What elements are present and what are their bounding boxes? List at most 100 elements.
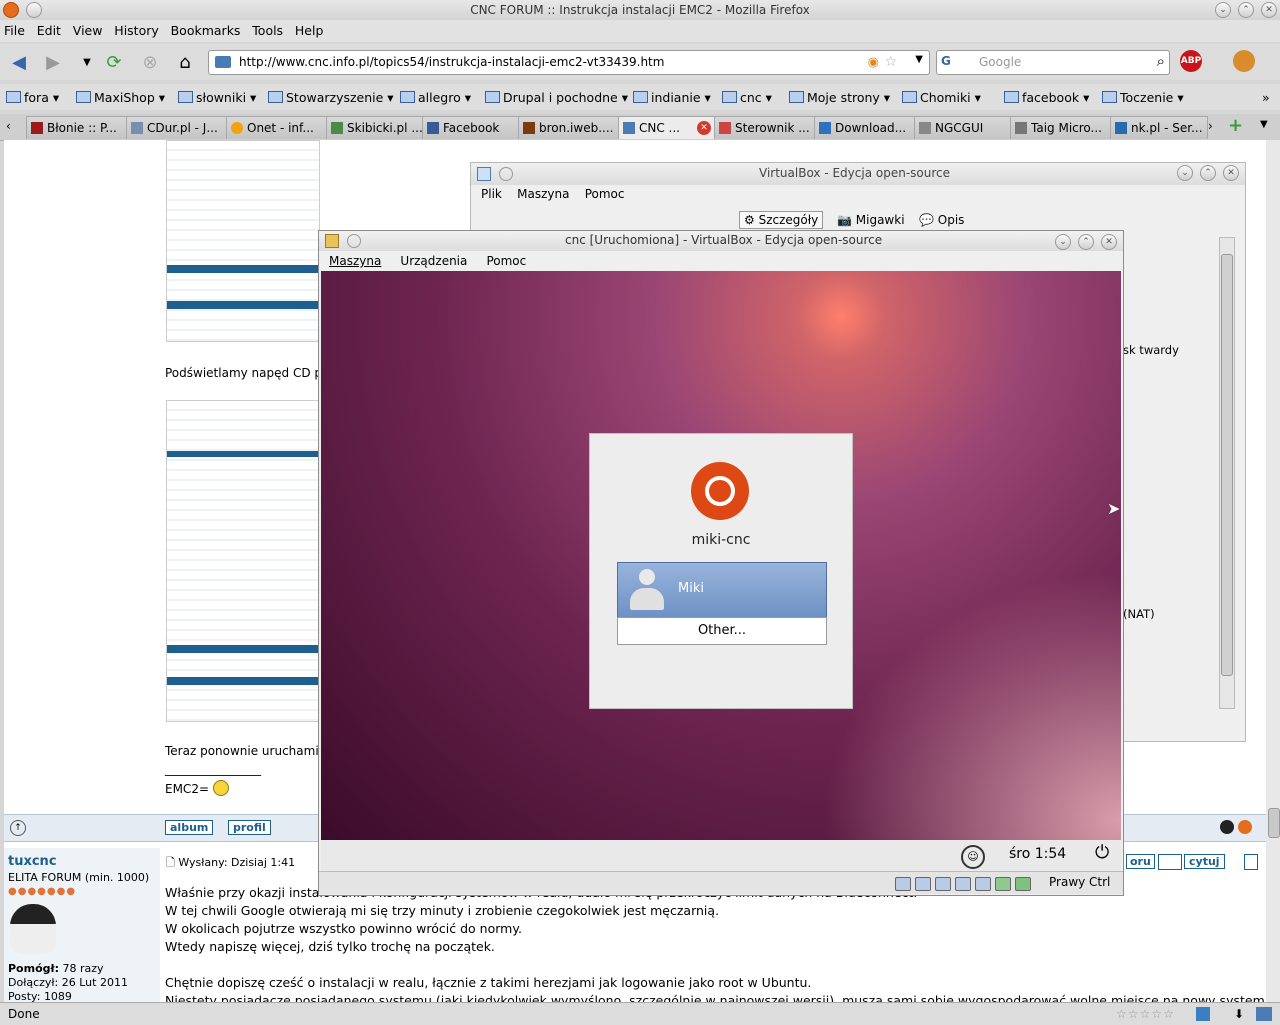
shared-folder-icon[interactable] (955, 876, 971, 891)
tab[interactable]: Facebook (422, 116, 520, 139)
tab[interactable]: Błonie :: P... (26, 116, 128, 139)
maximize-icon[interactable]: ⌃ (1078, 234, 1094, 250)
tab-opis[interactable]: 💬 Opis (919, 213, 964, 227)
page-scrollbar[interactable] (1266, 140, 1280, 1002)
search-box[interactable]: G Google ⌕ (936, 50, 1170, 75)
tab-list-icon[interactable]: ▼ (1260, 119, 1268, 130)
author-name[interactable]: tuxcnc (8, 854, 57, 869)
window-menu-icon[interactable] (499, 167, 513, 181)
album-button[interactable]: album (165, 820, 214, 835)
menu-help[interactable]: Help (291, 20, 328, 42)
network-icon[interactable] (935, 876, 951, 891)
close-tab-icon[interactable]: ✕ (697, 121, 711, 135)
bookmark-folder[interactable]: słowniki ▾ (178, 90, 256, 105)
new-tab-icon[interactable]: + (1228, 115, 1243, 136)
menu-view[interactable]: View (69, 20, 107, 42)
vm-display[interactable]: miki-cnc Miki Other... ➤ (321, 271, 1121, 840)
search-icon[interactable]: ⌕ (1157, 52, 1165, 70)
bookmark-folder[interactable]: Stowarzyszenie ▾ (268, 90, 394, 105)
menu-history[interactable]: History (110, 20, 162, 42)
addon-icon[interactable] (1256, 1007, 1272, 1021)
close-icon[interactable]: ✕ (1223, 165, 1239, 181)
download-icon[interactable]: ⬇ (1234, 1003, 1244, 1025)
bookmark-folder[interactable]: facebook ▾ (1004, 90, 1089, 105)
go-top-icon[interactable]: ↑ (10, 820, 26, 836)
bookmarks-overflow-icon[interactable]: » (1262, 90, 1270, 105)
menu-tools[interactable]: Tools (248, 20, 287, 42)
bookmark-folder[interactable]: Drupal i pochodne ▾ (485, 90, 628, 105)
reload-icon[interactable]: ⟳ (103, 52, 125, 74)
tab-scroll-left-icon[interactable]: ‹ (6, 119, 11, 133)
history-dropdown-icon[interactable]: ▼ (76, 52, 98, 74)
minimize-icon[interactable]: ⌄ (1177, 165, 1193, 181)
bookmark-folder[interactable]: Toczenie ▾ (1102, 90, 1184, 105)
url-dropdown-icon[interactable]: ▼ (915, 54, 923, 65)
forward-icon[interactable]: ▶ (42, 52, 64, 74)
report-icon[interactable] (1244, 854, 1258, 870)
profile-button[interactable]: profil (228, 820, 271, 835)
tab[interactable]: Download... (814, 116, 916, 139)
bookmark-star-icon[interactable]: ☆ (884, 54, 897, 70)
menu-maszyna[interactable]: Maszyna (329, 254, 381, 268)
tab[interactable]: CDur.pl - J... (126, 116, 228, 139)
keyboard-capture-icon[interactable] (1015, 876, 1031, 891)
menu-pomoc[interactable]: Pomoc (486, 254, 526, 268)
home-icon[interactable]: ⌂ (174, 52, 196, 74)
search-input[interactable]: Google (979, 55, 1021, 69)
rss-icon[interactable]: ◉ (868, 55, 879, 70)
stop-icon[interactable]: ⊗ (139, 52, 161, 74)
url-bar[interactable]: http://www.cnc.info.pl/topics54/instrukc… (208, 50, 930, 75)
menu-bookmarks[interactable]: Bookmarks (167, 20, 245, 42)
tab[interactable]: bron.iweb.... (518, 116, 620, 139)
cdrom-icon[interactable] (915, 876, 931, 891)
tab-active[interactable]: CNC ... ✕ (618, 116, 716, 139)
tab[interactable]: nk.pl - Ser... (1110, 116, 1208, 139)
menu-edit[interactable]: Edit (33, 20, 65, 42)
usb-icon[interactable] (975, 876, 991, 891)
details-scrollbar[interactable] (1219, 237, 1235, 709)
menu-plik[interactable]: Plik (481, 187, 502, 201)
bookmark-folder[interactable]: cnc ▾ (722, 90, 772, 105)
menu-urzadzenia[interactable]: Urządzenia (400, 254, 467, 268)
back-icon[interactable]: ◀ (8, 52, 30, 74)
tab-szczegoly[interactable]: ⚙ Szczegóły (739, 211, 824, 229)
tab[interactable]: Taig Micro... (1010, 116, 1112, 139)
search-engine-icon[interactable]: G (941, 54, 951, 68)
maximize-icon[interactable]: ⌃ (1200, 165, 1216, 181)
user-item-miki[interactable]: Miki (617, 562, 827, 618)
other-user-button[interactable]: Other... (617, 617, 827, 645)
addon-icon[interactable] (1196, 1007, 1210, 1021)
tab[interactable]: Onet - inf... (226, 116, 328, 139)
bookmark-folder[interactable]: Moje strony ▾ (789, 90, 890, 105)
hdd-icon[interactable] (895, 876, 911, 891)
menu-file[interactable]: File (0, 20, 29, 42)
menu-pomoc[interactable]: Pomoc (585, 187, 625, 201)
tab-scroll-right-icon[interactable]: › (1208, 119, 1213, 133)
scrollbar-thumb[interactable] (1268, 808, 1280, 838)
rating-stars-icon[interactable]: ☆☆☆☆☆ (1116, 1003, 1175, 1025)
power-icon[interactable]: ⏻ (1095, 842, 1109, 863)
minimize-icon[interactable]: ⌄ (1215, 2, 1231, 18)
window-menu-icon[interactable] (26, 2, 42, 18)
tab[interactable]: Sterownik ... (714, 116, 816, 139)
quote-button[interactable]: cytuj (1184, 854, 1225, 869)
close-icon[interactable]: ✕ (1101, 234, 1117, 250)
bookmark-folder[interactable]: indianie ▾ (633, 90, 711, 105)
menu-maszyna[interactable]: Maszyna (517, 187, 569, 201)
bookmark-folder[interactable]: Chomiki ▾ (902, 90, 981, 105)
reply-button[interactable]: oru (1126, 854, 1155, 869)
adblock-icon[interactable]: ABP (1180, 50, 1202, 72)
mouse-integration-icon[interactable] (995, 876, 1011, 891)
tab-migawki[interactable]: 📷 Migawki (837, 213, 905, 227)
tab[interactable]: NGCGUI (914, 116, 1012, 139)
speech-icon[interactable] (1158, 854, 1182, 870)
window-menu-icon[interactable] (347, 234, 361, 248)
greasemonkey-icon[interactable] (1233, 50, 1255, 72)
close-icon[interactable]: ✕ (1261, 2, 1277, 18)
minimize-icon[interactable]: ⌄ (1055, 234, 1071, 250)
bookmark-folder[interactable]: fora ▾ (6, 90, 59, 105)
bookmark-folder[interactable]: allegro ▾ (400, 90, 471, 105)
accessibility-icon[interactable]: ☺ (961, 845, 985, 869)
tab[interactable]: Skibicki.pl ... (326, 116, 424, 139)
bookmark-folder[interactable]: MaxiShop ▾ (76, 90, 165, 105)
